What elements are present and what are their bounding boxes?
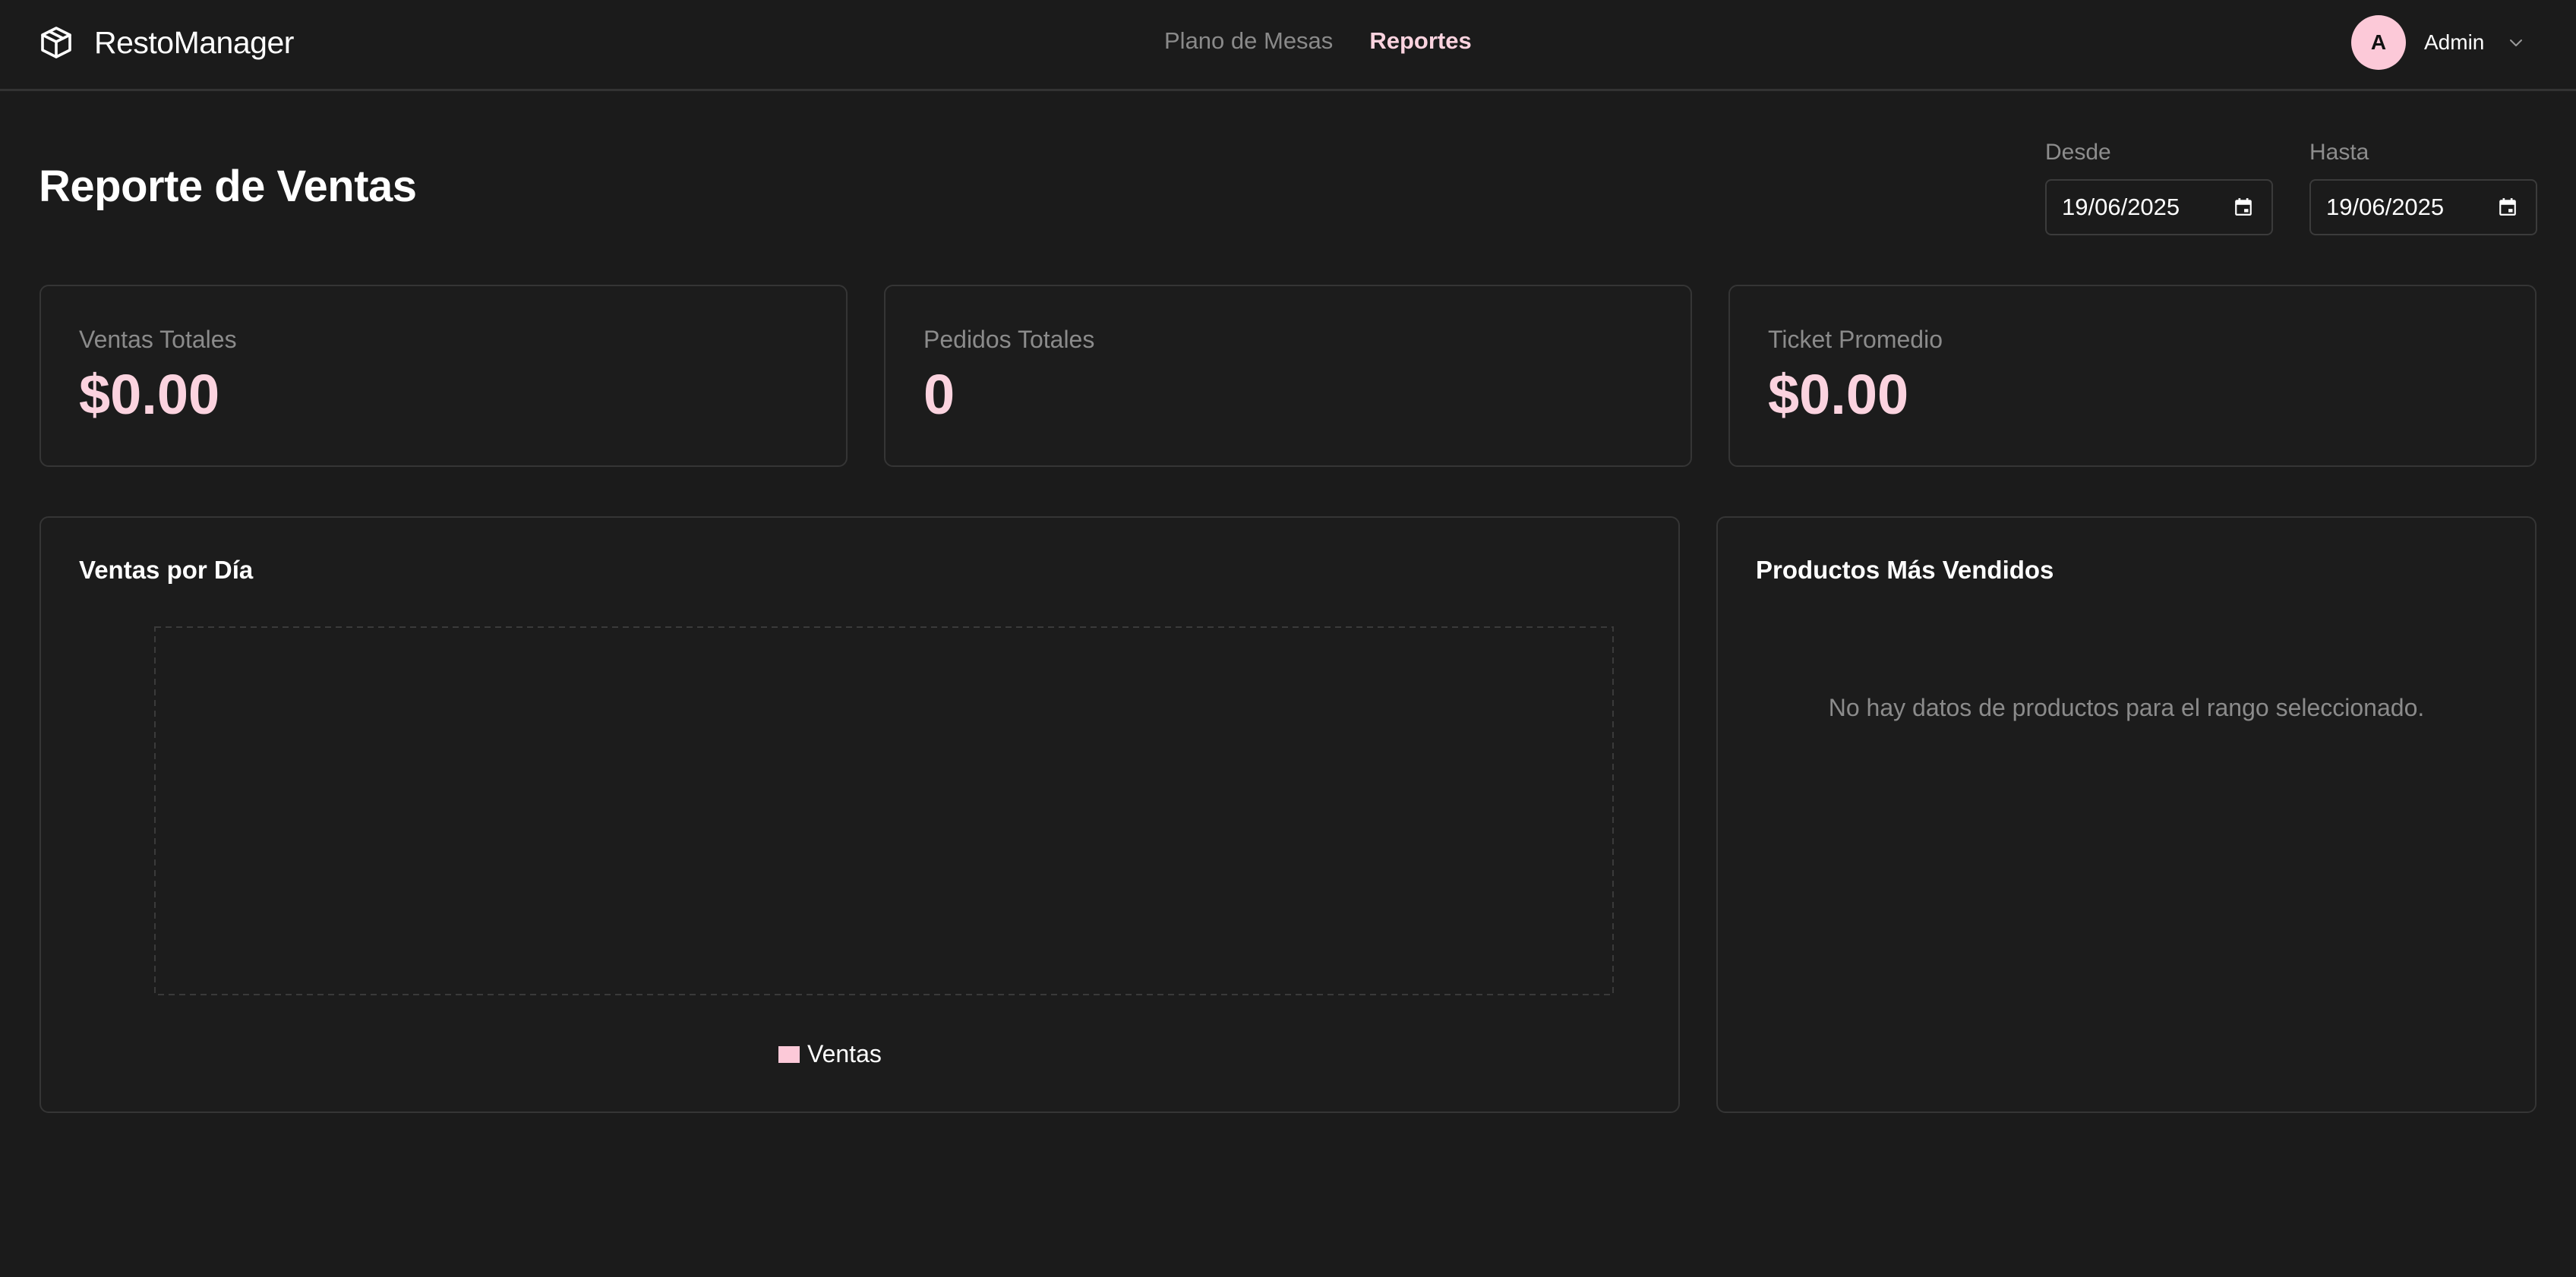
legend-swatch[interactable]: [778, 1046, 800, 1063]
date-from-group: Desde 19/06/2025: [2045, 140, 2273, 235]
user-menu[interactable]: A Admin: [2351, 15, 2525, 70]
top-products-title: Productos Más Vendidos: [1756, 556, 2054, 584]
stat-label: Ticket Promedio: [1768, 326, 1943, 353]
date-from-input[interactable]: 19/06/2025: [2045, 179, 2273, 235]
calendar-icon[interactable]: [2498, 197, 2518, 217]
nav-reportes[interactable]: Reportes: [1369, 27, 1471, 55]
box-icon: [41, 27, 71, 58]
stat-card-ticket-promedio: Ticket Promedio $0.00: [1728, 285, 2537, 467]
top-bar: RestoManager Plano de Mesas Reportes A A…: [0, 0, 2576, 91]
legend-label[interactable]: Ventas: [807, 1040, 882, 1067]
main-nav: Plano de Mesas Reportes: [1164, 27, 1472, 55]
date-from-label: Desde: [2045, 140, 2111, 165]
stat-card-pedidos-totales: Pedidos Totales 0: [884, 285, 1692, 467]
avatar[interactable]: A: [2351, 15, 2406, 70]
date-to-value[interactable]: 19/06/2025: [2326, 194, 2444, 221]
stat-label: Pedidos Totales: [923, 326, 1095, 353]
stat-value: $0.00: [79, 363, 220, 426]
stat-value: $0.00: [1768, 363, 1909, 426]
date-to-input[interactable]: 19/06/2025: [2309, 179, 2537, 235]
nav-plano-de-mesas[interactable]: Plano de Mesas: [1164, 27, 1333, 55]
plot-area: [154, 626, 1614, 995]
empty-state-message: No hay datos de productos para el rango …: [1828, 694, 2425, 721]
app-name: RestoManager: [94, 24, 294, 60]
sales-chart: Ventas: [154, 626, 1614, 1067]
sales-chart-panel: Ventas por Día Ventas: [39, 516, 1680, 1113]
calendar-icon[interactable]: [2233, 197, 2253, 217]
stat-card-ventas-totales: Ventas Totales $0.00: [39, 285, 848, 467]
stat-value: 0: [923, 363, 955, 426]
brand[interactable]: RestoManager: [38, 23, 294, 62]
user-name[interactable]: Admin: [2424, 30, 2484, 55]
top-products-panel: Productos Más Vendidos No hay datos de p…: [1716, 516, 2537, 1113]
date-to-label: Hasta: [2309, 140, 2369, 165]
chevron-down-icon[interactable]: [2507, 33, 2525, 52]
stat-label: Ventas Totales: [79, 326, 237, 353]
date-from-value[interactable]: 19/06/2025: [2062, 194, 2180, 221]
page-title: Reporte de Ventas: [39, 162, 417, 211]
date-to-group: Hasta 19/06/2025: [2309, 140, 2537, 235]
